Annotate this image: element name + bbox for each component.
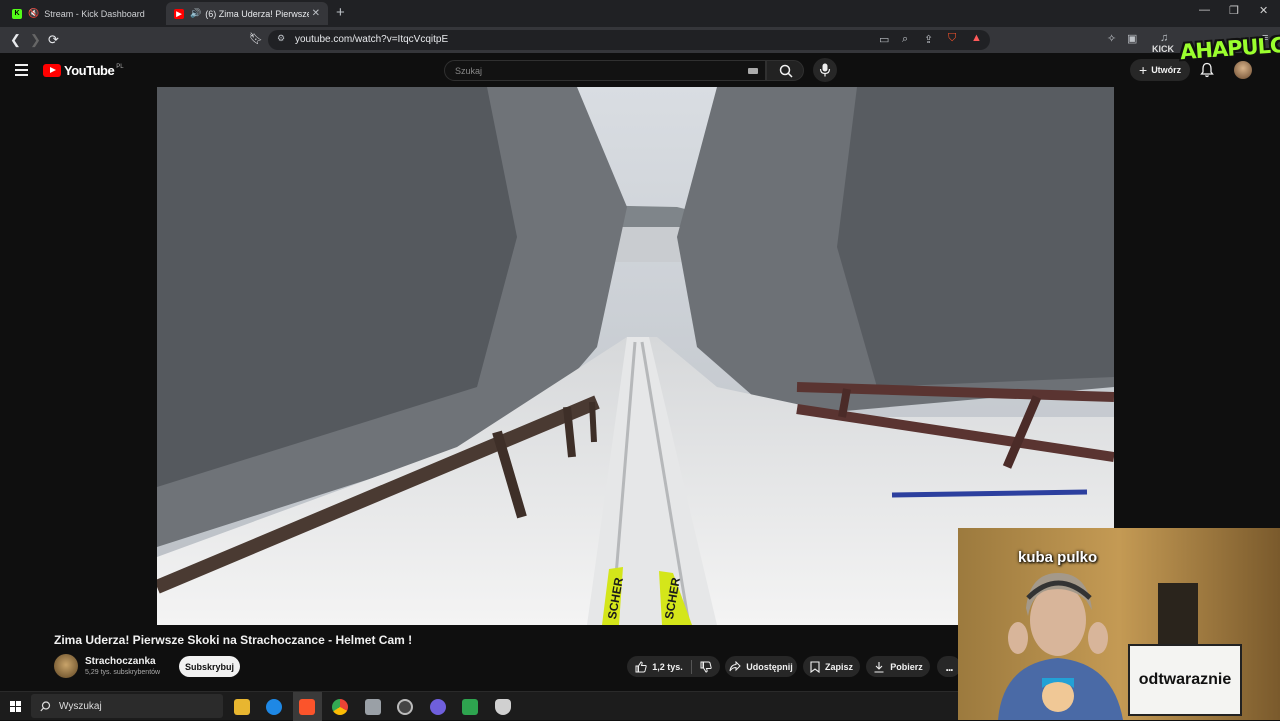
messenger-icon[interactable]	[430, 699, 446, 715]
youtube-logo[interactable]: YouTube PL	[43, 63, 124, 78]
sidebar-icon[interactable]: ▣	[1127, 32, 1137, 45]
extensions-icon[interactable]: ✧	[1107, 32, 1116, 45]
download-button[interactable]: Pobierz	[866, 656, 930, 677]
cast-icon[interactable]: ▭	[879, 33, 889, 46]
account-avatar[interactable]	[1234, 61, 1252, 79]
share-icon[interactable]: ⇪	[924, 33, 933, 46]
like-count: 1,2 tys.	[652, 661, 683, 672]
like-dislike-group: 1,2 tys.	[627, 656, 720, 677]
channel-name[interactable]: Strachoczanka	[85, 656, 156, 667]
youtube-icon: ▶	[174, 8, 184, 19]
webcam-overlay: kuba pulko odtwaraznie	[958, 528, 1280, 720]
site-settings-icon[interactable]: ⚙	[277, 33, 285, 44]
browser-tabstrip: K 🔇 Stream - Kick Dashboard ▶ 🔊 (6) Zima…	[0, 0, 1280, 27]
url-text: youtube.com/watch?v=ItqcVcqitpE	[295, 34, 449, 45]
tab-label: Stream - Kick Dashboard	[44, 8, 145, 19]
youtube-play-icon	[43, 64, 61, 77]
share-arrow-icon	[729, 660, 741, 671]
brave-icon[interactable]	[299, 699, 315, 715]
tab-close-icon[interactable]: ✕	[312, 8, 320, 19]
video-title: Zima Uderza! Pierwsze Skoki na Strachocz…	[54, 633, 413, 647]
brave-rewards-icon[interactable]: ▲	[971, 32, 982, 44]
thumbs-up-icon	[635, 660, 647, 672]
new-tab-button[interactable]: +	[336, 4, 345, 21]
tab-speaker-icon: 🔇	[28, 8, 40, 18]
reload-icon[interactable]: ⟳	[48, 32, 59, 48]
zoom-icon[interactable]: ⌕	[902, 33, 908, 46]
obs-icon[interactable]	[397, 699, 413, 715]
chrome-icon[interactable]	[332, 699, 348, 715]
bookmark-save-icon	[810, 660, 820, 673]
create-label: Utwórz	[1151, 65, 1182, 75]
browser-toolbar: ❮ ❯ ⟳ 🔖︎ ⚙ youtube.com/watch?v=ItqcVcqit…	[0, 27, 1280, 53]
window-close-icon[interactable]: ✕	[1259, 4, 1268, 17]
taskbar-search-input[interactable]: Wyszukaj	[31, 694, 223, 718]
voice-search-button[interactable]	[813, 58, 837, 82]
search-placeholder: Szukaj	[455, 66, 483, 76]
guide-menu-icon[interactable]	[15, 64, 28, 79]
windows-taskbar: Wyszukaj	[0, 691, 958, 721]
tab-label: (6) Zima Uderza! Pierwsze Sk	[205, 8, 310, 19]
microphone-icon	[819, 63, 831, 77]
channel-avatar[interactable]	[54, 654, 78, 678]
tab-speaker-icon: 🔊	[190, 8, 202, 18]
youtube-masthead: YouTube PL Szukaj + Utwórz	[0, 53, 1280, 87]
taskbar-search-placeholder: Wyszukaj	[59, 701, 102, 712]
search-icon	[779, 64, 793, 78]
subscriber-count: 5,29 tys. subskrybentów	[85, 669, 161, 676]
download-icon	[874, 661, 884, 673]
back-icon[interactable]: ❮	[10, 32, 21, 48]
brave-shields-icon[interactable]: ⛉	[948, 32, 956, 45]
like-separator	[690, 659, 692, 674]
restore-icon[interactable]: ❐	[1229, 4, 1239, 17]
logo-text: YouTube	[64, 63, 115, 78]
edge-icon[interactable]	[266, 699, 282, 715]
shield-app-icon[interactable]	[495, 699, 511, 715]
notifications-bell-icon[interactable]	[1200, 62, 1214, 78]
save-label: Zapisz	[824, 661, 853, 672]
windows-start-icon[interactable]	[10, 701, 21, 712]
search-input[interactable]: Szukaj	[444, 60, 766, 81]
bookmark-icon[interactable]: 🔖︎	[249, 32, 263, 45]
keyboard-icon[interactable]	[748, 68, 758, 74]
held-card-text: odtwaraznie	[1128, 644, 1242, 716]
chat-app-icon[interactable]	[462, 699, 478, 715]
forward-icon[interactable]: ❯	[30, 32, 41, 48]
share-label: Udostępnij	[746, 661, 793, 672]
file-explorer-icon[interactable]	[234, 699, 250, 715]
search-icon	[40, 701, 51, 712]
download-label: Pobierz	[890, 661, 923, 672]
save-button[interactable]: Zapisz	[803, 656, 860, 677]
tab-youtube-video[interactable]: ▶ 🔊 (6) Zima Uderza! Pierwsze Sk ✕	[166, 2, 328, 25]
share-button[interactable]: Udostępnij	[725, 656, 797, 677]
media-icon[interactable]: ♫	[1160, 32, 1168, 44]
kick-overlay-text: KICK	[1152, 44, 1174, 54]
like-button[interactable]: 1,2 tys.	[635, 660, 683, 673]
streamer-name-label: kuba pulko	[1018, 549, 1098, 566]
search-button[interactable]	[766, 60, 804, 81]
minimize-icon[interactable]: —	[1199, 4, 1210, 16]
kick-icon: K	[12, 8, 22, 19]
tab-kick-dashboard[interactable]: K 🔇 Stream - Kick Dashboard	[4, 2, 164, 25]
plus-icon: +	[1139, 62, 1148, 78]
app-icon[interactable]	[365, 699, 381, 715]
thumbs-down-icon[interactable]	[700, 661, 712, 673]
address-bar[interactable]: ⚙ youtube.com/watch?v=ItqcVcqitpE ▭ ⌕ ⇪ …	[268, 30, 990, 50]
region-code: PL	[116, 63, 124, 70]
subscribe-button[interactable]: Subskrybuj	[179, 656, 240, 677]
